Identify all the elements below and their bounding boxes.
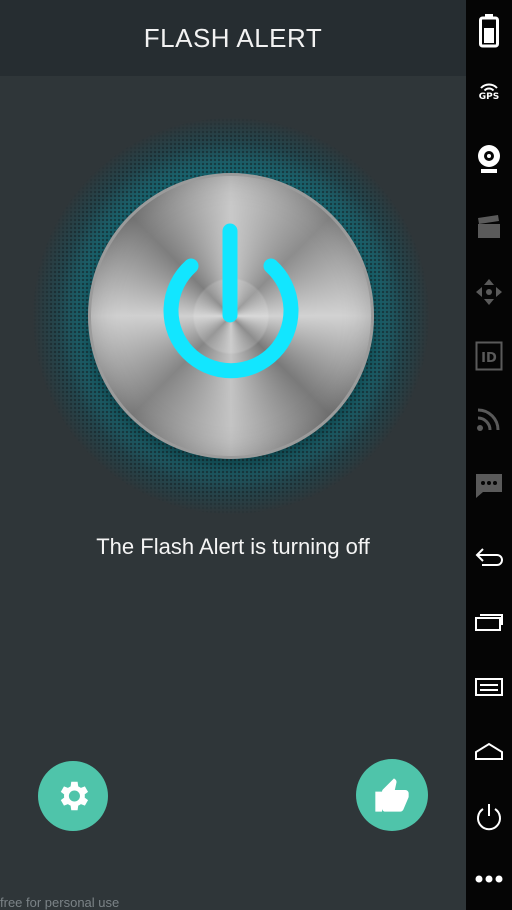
id-icon[interactable]: ID xyxy=(466,341,512,371)
like-button[interactable] xyxy=(356,759,428,831)
more-icon[interactable] xyxy=(466,872,512,886)
thumbs-up-icon xyxy=(375,778,409,812)
gps-label: GPS xyxy=(478,92,500,102)
status-message: The Flash Alert is turning off xyxy=(96,534,370,559)
power-icon xyxy=(163,223,299,379)
clapperboard-icon[interactable] xyxy=(466,214,512,240)
id-label: ID xyxy=(481,351,497,366)
footer-note: free for personal use xyxy=(0,895,120,910)
recent-apps-icon[interactable] xyxy=(466,610,512,632)
webcam-icon[interactable] xyxy=(466,143,512,175)
back-icon[interactable] xyxy=(466,546,512,568)
power-button[interactable] xyxy=(88,173,374,459)
rss-icon[interactable] xyxy=(466,406,512,432)
home-icon[interactable] xyxy=(466,741,512,763)
gear-icon xyxy=(60,781,89,811)
app-screen: FLASH ALERT The Flash Alert is turning o… xyxy=(0,0,466,910)
settings-button[interactable] xyxy=(38,761,108,831)
message-icon[interactable] xyxy=(466,472,512,500)
title-bar: FLASH ALERT xyxy=(0,0,466,76)
dpad-icon[interactable] xyxy=(466,278,512,306)
app-title: FLASH ALERT xyxy=(143,22,323,53)
gps-icon[interactable]: GPS xyxy=(466,80,512,102)
menu-icon[interactable] xyxy=(466,676,512,698)
power-icon[interactable] xyxy=(466,802,512,832)
system-bar: GPS ID xyxy=(466,0,512,910)
battery-icon xyxy=(466,14,512,48)
